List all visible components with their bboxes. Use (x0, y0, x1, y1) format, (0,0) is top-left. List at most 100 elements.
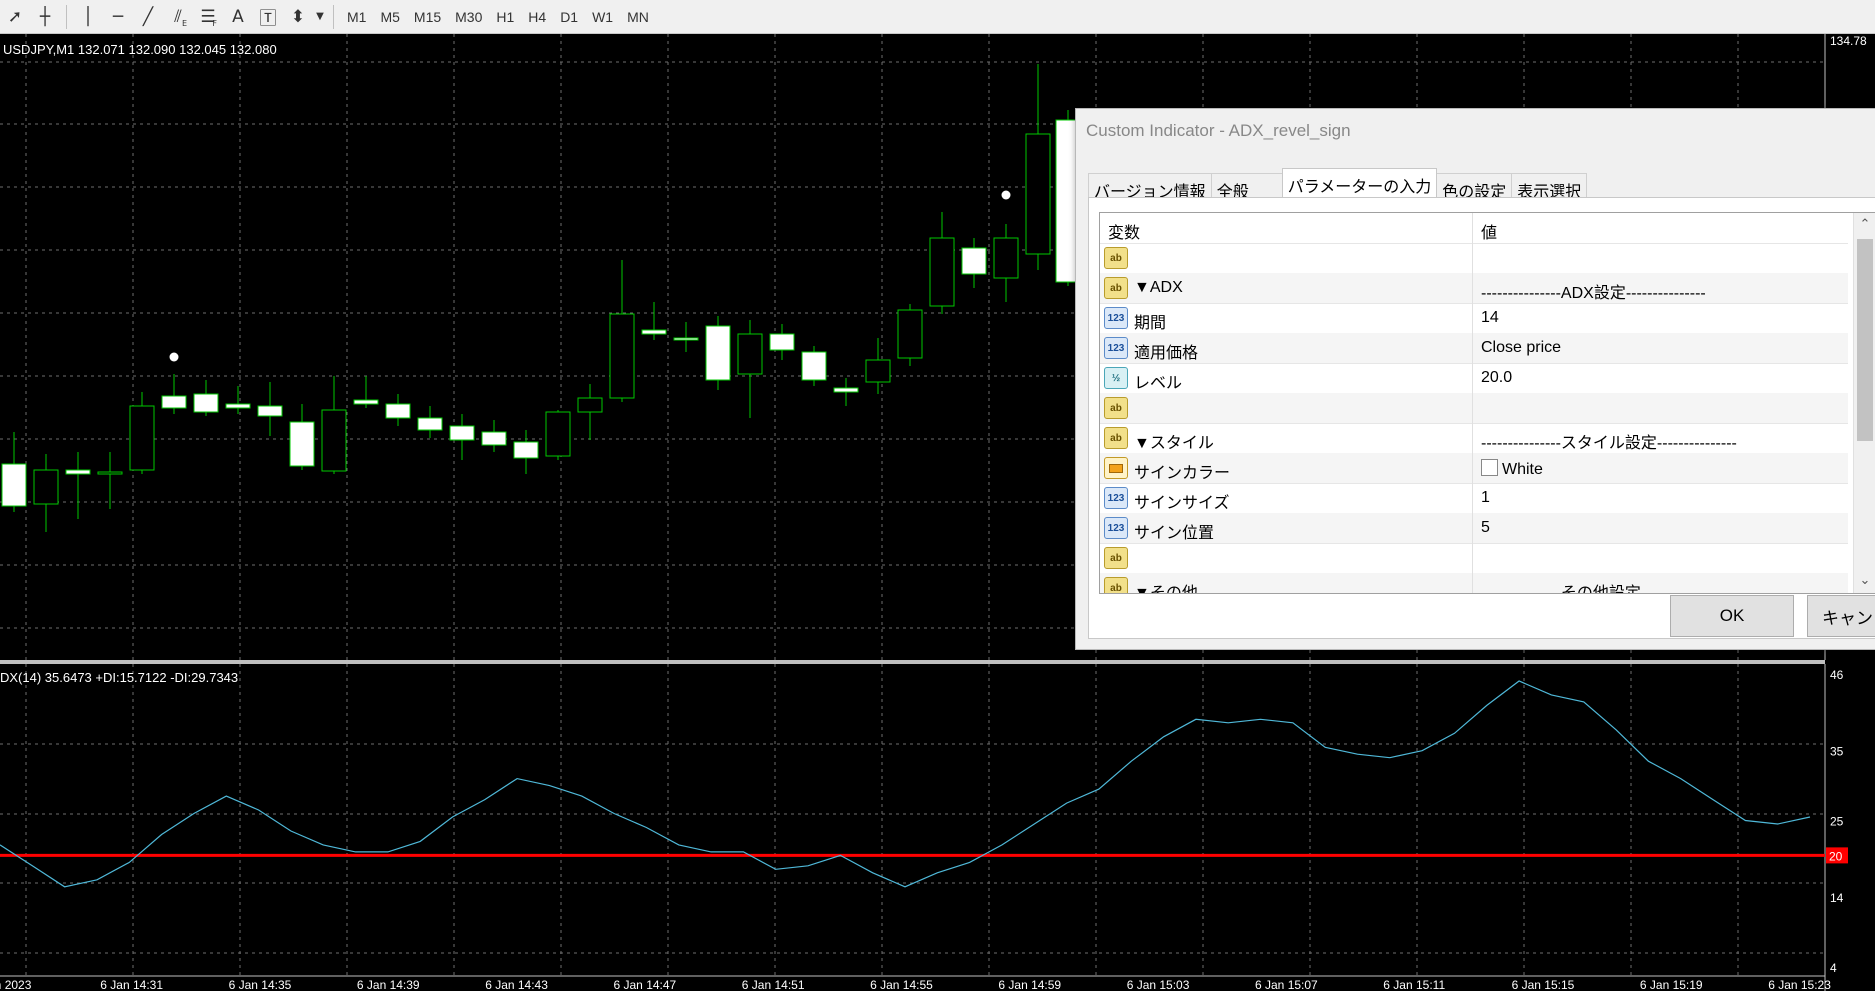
candle-body (897, 309, 923, 359)
param-type-123-icon: 123 (1104, 517, 1128, 539)
horizontal-line-icon[interactable]: ─ (103, 3, 133, 31)
candle-body (641, 329, 667, 335)
indicator-chart[interactable]: 46 35 25 14 4 20 6 Jan 2023 6 Jan 14:31 6 Jan 14… (0, 664, 1875, 991)
table-row[interactable]: サインカラー White (1100, 453, 1848, 484)
param-value[interactable]: 1 (1481, 489, 1490, 507)
param-value[interactable]: ---------------その他設定--------------- (1481, 579, 1721, 593)
param-type-ab-icon: ab (1104, 427, 1128, 449)
cancel-button[interactable]: キャン (1807, 595, 1875, 637)
toolbar: ➚ ┼ │ ─ ╱ ⫽ E ☰ F A 🅃 ⬍ ▼ M1 M5 M15 M30 H1 H4 D1 W1 MN (0, 0, 1875, 34)
candle-body (513, 441, 539, 459)
x-tick-label: 6 Jan 15:07 (1255, 978, 1318, 991)
table-row[interactable]: ab (1100, 543, 1848, 574)
cursor-icon[interactable]: ➚ (0, 3, 30, 31)
y-tick-label: 25 (1830, 815, 1844, 829)
param-name: ▼その他 (1134, 585, 1198, 594)
param-type-ab-icon: ab (1104, 277, 1128, 299)
x-tick-label: 6 Jan 14:43 (485, 978, 548, 991)
candle-body (481, 431, 507, 446)
parameters-panel: 変数 値 ab ab ▼ADX ---------------ADX設定-------… (1088, 197, 1875, 639)
chevron-down-icon[interactable]: ▼ (313, 3, 327, 31)
text-label-icon[interactable]: 🅃 (253, 3, 283, 31)
candle-body (353, 399, 379, 405)
param-type-ab-icon: ab (1104, 247, 1128, 269)
column-divider (1472, 453, 1473, 483)
arrows-icon[interactable]: ⬍ (283, 3, 313, 31)
candle-body (993, 237, 1019, 279)
table-row[interactable]: 123 期間 14 (1100, 303, 1848, 334)
candle-body (193, 393, 219, 413)
timeframe-mn-button[interactable]: MN (620, 3, 656, 31)
column-divider (1472, 303, 1473, 333)
table-row[interactable]: ab ▼スタイル ---------------スタイル設定------------… (1100, 423, 1848, 454)
timeframe-m1-button[interactable]: M1 (340, 3, 373, 31)
candle-body (929, 237, 955, 307)
candle-body (769, 333, 795, 351)
vertical-scrollbar[interactable]: ⌃ ⌄ (1853, 213, 1875, 593)
table-row[interactable]: 123 サインサイズ 1 (1100, 483, 1848, 514)
table-row[interactable]: ab ▼ADX ---------------ADX設定--------------… (1100, 273, 1848, 304)
x-tick-label: 6 Jan 15:11 (1383, 978, 1445, 991)
param-name: 適用価格 (1134, 345, 1199, 362)
timeframe-m30-button[interactable]: M30 (448, 3, 489, 31)
fibonacci-icon[interactable]: ☰ F (193, 3, 223, 31)
x-tick-label: 6 Jan 14:35 (229, 978, 292, 991)
candle-body (449, 425, 475, 441)
signal-dot (1001, 190, 1011, 200)
param-value[interactable]: Close price (1481, 339, 1561, 357)
param-value[interactable]: White (1481, 459, 1543, 479)
table-row[interactable]: 123 サイン位置 5 (1100, 513, 1848, 544)
color-swatch[interactable] (1481, 459, 1498, 476)
timeframe-h4-button[interactable]: H4 (521, 3, 553, 31)
scroll-thumb[interactable] (1857, 239, 1873, 441)
y-tick-label: 35 (1830, 745, 1844, 759)
scroll-down-icon[interactable]: ⌄ (1854, 569, 1875, 591)
column-header-value[interactable]: 値 (1481, 219, 1497, 243)
column-divider (1472, 243, 1473, 273)
param-value[interactable]: 20.0 (1481, 369, 1512, 387)
y-tick-label: 14 (1830, 891, 1844, 905)
x-tick-label: 6 Jan 14:51 (742, 978, 805, 991)
param-value[interactable]: 14 (1481, 309, 1499, 327)
timeframe-h1-button[interactable]: H1 (489, 3, 521, 31)
column-header-name[interactable]: 変数 (1108, 219, 1140, 243)
ok-button[interactable]: OK (1670, 595, 1794, 637)
param-value[interactable]: 5 (1481, 519, 1490, 537)
scroll-up-icon[interactable]: ⌃ (1854, 213, 1875, 235)
x-tick-label: 6 Jan 14:55 (870, 978, 933, 991)
param-name: サイン位置 (1134, 525, 1215, 542)
table-row[interactable]: ab (1100, 243, 1848, 274)
candle-body (289, 421, 315, 467)
timeframe-m15-button[interactable]: M15 (407, 3, 448, 31)
y-tick-label: 4 (1830, 961, 1837, 975)
timeframe-bar: M1 M5 M15 M30 H1 H4 D1 W1 MN (340, 3, 656, 31)
candle-body (609, 313, 635, 399)
text-icon[interactable]: A (223, 3, 253, 31)
timeframe-d1-button[interactable]: D1 (553, 3, 585, 31)
table-row[interactable]: ½ レベル 20.0 (1100, 363, 1848, 394)
candle-body (65, 469, 91, 475)
timeframe-w1-button[interactable]: W1 (585, 3, 620, 31)
column-divider (1472, 273, 1473, 303)
trendline-icon[interactable]: ╱ (133, 3, 163, 31)
candle-body (161, 395, 187, 409)
candle-body (961, 247, 987, 275)
candle-body (801, 351, 827, 381)
x-tick-label: 6 Jan 15:15 (1512, 978, 1575, 991)
timeframe-m5-button[interactable]: M5 (373, 3, 406, 31)
equidistant-channel-icon[interactable]: ⫽ E (163, 3, 193, 31)
param-type-ab-icon: ab (1104, 547, 1128, 569)
x-tick-label: 6 Jan 14:47 (614, 978, 677, 991)
x-tick-label: 6 Jan 14:39 (357, 978, 420, 991)
param-value[interactable]: ---------------スタイル設定--------------- (1481, 429, 1737, 453)
table-row[interactable]: ab (1100, 393, 1848, 424)
table-row[interactable]: ab ▼その他 ---------------その他設定--------------… (1100, 573, 1848, 594)
crosshair-icon[interactable]: ┼ (30, 3, 60, 31)
param-value[interactable]: ---------------ADX設定--------------- (1481, 279, 1706, 303)
toolbar-separator (333, 4, 334, 29)
column-divider[interactable] (1472, 213, 1473, 243)
table-row[interactable]: 123 適用価格 Close price (1100, 333, 1848, 364)
table-header: 変数 値 (1100, 213, 1848, 244)
vertical-line-icon[interactable]: │ (73, 3, 103, 31)
param-type-color-icon (1104, 457, 1128, 479)
